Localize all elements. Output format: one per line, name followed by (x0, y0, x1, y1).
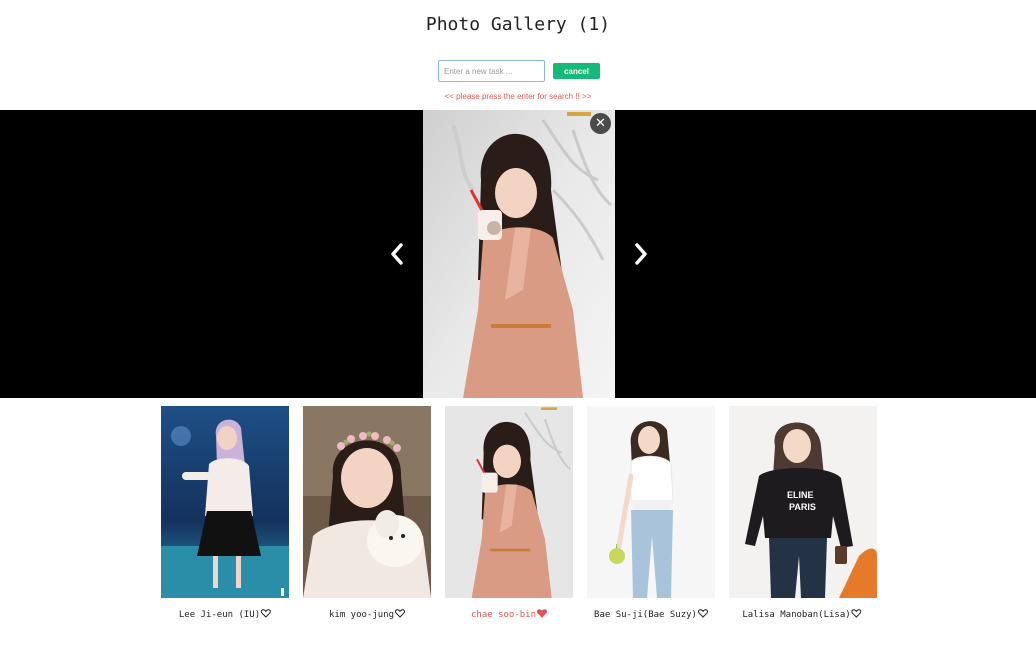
thumbnail-image (161, 406, 289, 598)
svg-text:PARIS: PARIS (789, 502, 816, 512)
thumbnail-item[interactable] (587, 406, 715, 598)
close-icon: ✕ (595, 116, 606, 131)
photo-viewer (0, 110, 1036, 398)
thumbnail-caption[interactable]: Bae Su-ji(Bae Suzy) (594, 609, 708, 620)
thumbnail-image: ELINE PARIS (729, 406, 877, 598)
svg-text:ELINE: ELINE (787, 490, 814, 500)
thumbnail-caption[interactable]: Lalisa Manoban(Lisa) (742, 609, 862, 620)
chevron-left-icon (391, 243, 403, 265)
search-input[interactable] (438, 60, 545, 82)
thumbnail-caption[interactable]: kim yoo-jung (329, 609, 405, 620)
thumbnail-name: kim yoo-jung (328, 610, 395, 620)
heart-outline-icon[interactable] (261, 609, 272, 618)
heart-outline-icon[interactable] (395, 609, 405, 618)
thumbnail-caption-active[interactable]: chae soo-bin (471, 609, 547, 620)
thumbnail-item[interactable] (161, 406, 289, 598)
thumbnail-name: chae soo-bin (470, 610, 537, 620)
search-hint: << please press the enter for search !! … (444, 92, 592, 101)
thumbnail-name: Bae Su-ji(Bae Suzy) (594, 610, 697, 620)
previous-button[interactable] (388, 240, 406, 268)
chevron-right-icon (635, 243, 647, 265)
heart-outline-icon[interactable] (697, 609, 708, 618)
next-button[interactable] (632, 240, 650, 268)
close-button[interactable]: ✕ (590, 113, 611, 134)
thumbnail-caption[interactable]: Lee Ji-eun (IU) (178, 609, 272, 620)
page-title: Photo Gallery (1) (425, 14, 611, 35)
search-bar: cancel (438, 60, 600, 82)
thumbnail-name: Lee Ji-eun (IU) (178, 610, 261, 620)
thumbnail-item[interactable] (303, 406, 431, 598)
thumbnail-item[interactable] (445, 406, 573, 598)
cancel-button[interactable]: cancel (553, 63, 600, 79)
thumbnail-item[interactable]: ELINE PARIS (729, 406, 877, 598)
thumbnail-image (587, 406, 715, 598)
thumbnail-image (445, 406, 573, 598)
gallery-page: Photo Gallery (1) cancel << please press… (0, 0, 1036, 663)
thumbnail-image (303, 406, 431, 598)
heart-outline-icon[interactable] (851, 609, 862, 618)
viewer-photo (423, 110, 615, 398)
heart-filled-icon[interactable] (537, 609, 547, 618)
thumbnail-name: Lalisa Manoban(Lisa) (742, 610, 851, 620)
